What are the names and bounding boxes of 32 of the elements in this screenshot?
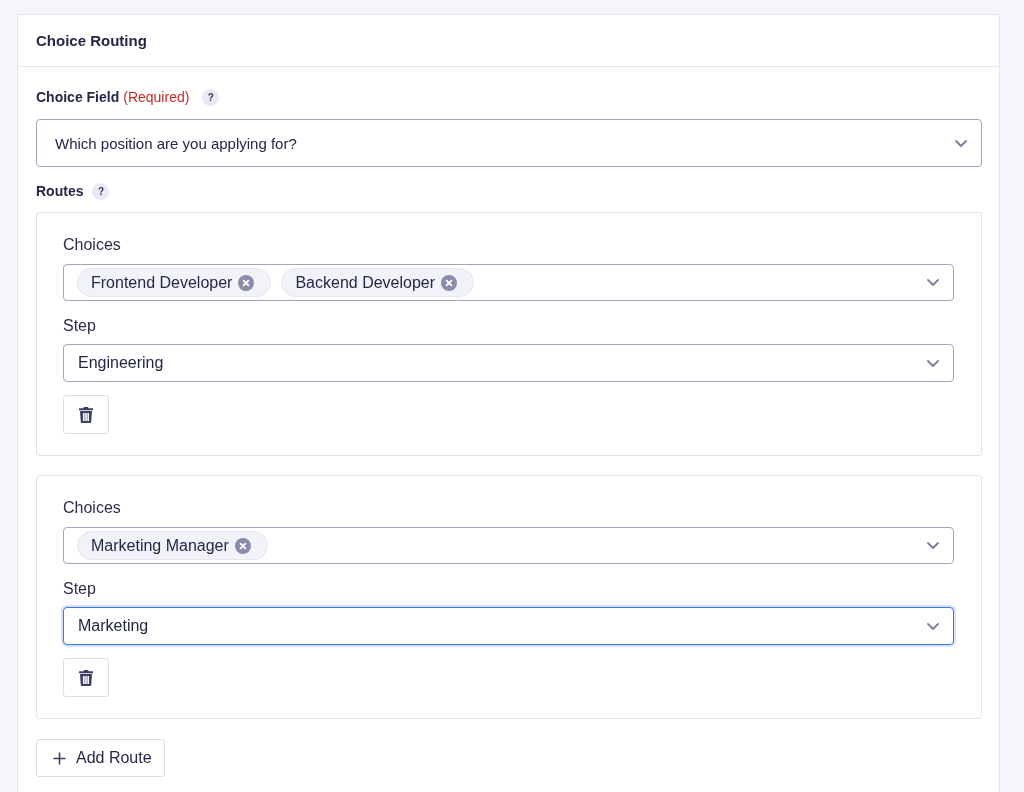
delete-button[interactable] (63, 395, 109, 434)
chevron-down-icon (927, 542, 939, 549)
choices-field[interactable]: Frontend Developer Backend Developer (63, 264, 954, 301)
trash-icon (79, 669, 93, 686)
help-badge[interactable]: ? (202, 88, 220, 106)
chevron-down-icon (927, 359, 939, 367)
field-label: Choice Field (36, 89, 120, 105)
field-label: Choices (63, 235, 121, 255)
chevron-down-icon (927, 622, 939, 630)
panel-title: Choice Routing (36, 32, 147, 49)
close-icon[interactable] (238, 274, 255, 291)
select-field[interactable]: Marketing (63, 607, 954, 645)
tag-label: Backend Developer (295, 273, 436, 292)
delete-button[interactable] (63, 658, 109, 697)
field-label: Step (63, 579, 96, 599)
field-label: Choices (63, 498, 121, 518)
close-icon[interactable] (234, 537, 251, 554)
chevron-down-icon (927, 279, 939, 286)
close-icon[interactable] (441, 274, 458, 291)
plus-icon (53, 751, 66, 765)
field-label: Step (63, 316, 96, 336)
trash-icon (79, 406, 93, 423)
select-field[interactable]: Engineering (63, 344, 954, 382)
tag-label: Marketing Manager (91, 536, 229, 555)
chevron-down-icon (955, 139, 967, 147)
help-badge[interactable]: ? (92, 182, 110, 200)
select-field[interactable]: Which position are you applying for? (36, 119, 982, 167)
section-label: Routes (36, 183, 84, 199)
add-route-button[interactable]: Add Route (36, 739, 165, 777)
choices-field[interactable]: Marketing Manager (63, 527, 954, 564)
required-note: (Required) (123, 89, 190, 105)
tag-label: Frontend Developer (91, 273, 233, 292)
